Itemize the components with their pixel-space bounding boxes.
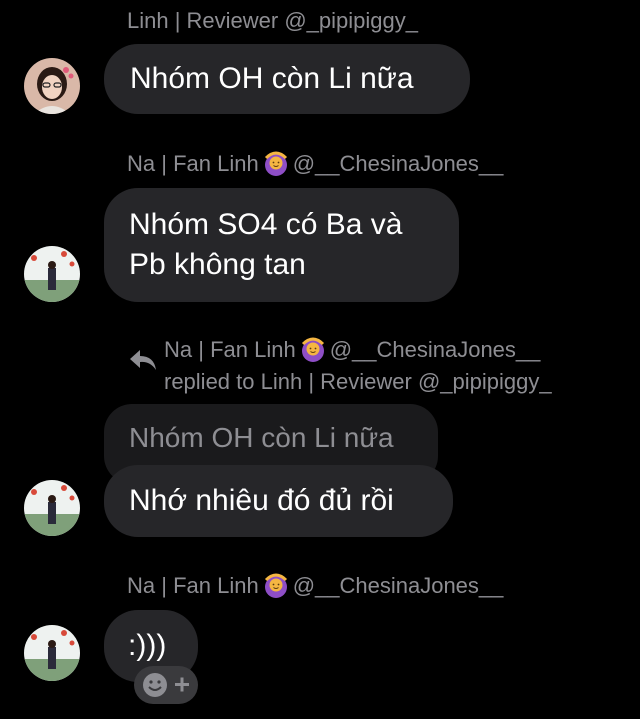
- avatar-na[interactable]: [24, 246, 80, 302]
- add-reaction-button[interactable]: [134, 666, 198, 704]
- avatar-image: [24, 625, 80, 681]
- sender-handle: @__ChesinaJones__: [292, 151, 504, 176]
- reply-sender-name: Na | Fan Linh: [164, 337, 296, 362]
- woman-gesturing-ok-emoji-icon: [264, 573, 287, 598]
- avatar-image: [24, 58, 80, 114]
- avatar-na[interactable]: [24, 480, 80, 536]
- sender-handle: @__ChesinaJones__: [292, 573, 504, 598]
- avatar-image: [24, 246, 80, 302]
- message-bubble[interactable]: Nhớ nhiêu đó đủ rồi: [104, 465, 453, 537]
- avatar-na[interactable]: [24, 625, 80, 681]
- message-bubble[interactable]: Nhóm SO4 có Ba và Pb không tan: [104, 188, 459, 302]
- reply-arrow-icon: [130, 350, 156, 370]
- sender-label: Linh | Reviewer @_pipipiggy_: [127, 8, 418, 33]
- reply-sender: Na | Fan Linh @__ChesinaJones__: [164, 336, 540, 363]
- reply-to-label: replied to Linh | Reviewer @_pipipiggy_: [164, 369, 552, 394]
- quoted-text: Nhóm OH còn Li nữa: [129, 422, 394, 453]
- sender-name: Na | Fan Linh: [127, 573, 259, 598]
- message-text: Nhớ nhiêu đó đủ rồi: [129, 484, 394, 517]
- avatar-linh[interactable]: [24, 58, 80, 114]
- sender-name: Na | Fan Linh: [127, 151, 259, 176]
- message-bubble[interactable]: Nhóm OH còn Li nữa: [104, 44, 470, 114]
- reply-sender-handle: @__ChesinaJones__: [329, 337, 541, 362]
- message-text: Nhóm OH còn Li nữa: [130, 62, 414, 95]
- woman-gesturing-ok-emoji-icon: [264, 151, 287, 176]
- woman-gesturing-ok-emoji-icon: [301, 337, 324, 362]
- sender-label: Na | Fan Linh @__ChesinaJones__: [127, 150, 503, 176]
- sender-label: Na | Fan Linh @__ChesinaJones__: [127, 572, 503, 598]
- message-text-line-1: Nhóm SO4 có Ba và: [129, 208, 403, 241]
- add-reaction-icon: [143, 673, 189, 697]
- message-text: :))): [128, 629, 167, 662]
- message-text-line-2: Pb không tan: [129, 248, 306, 281]
- avatar-image: [24, 480, 80, 536]
